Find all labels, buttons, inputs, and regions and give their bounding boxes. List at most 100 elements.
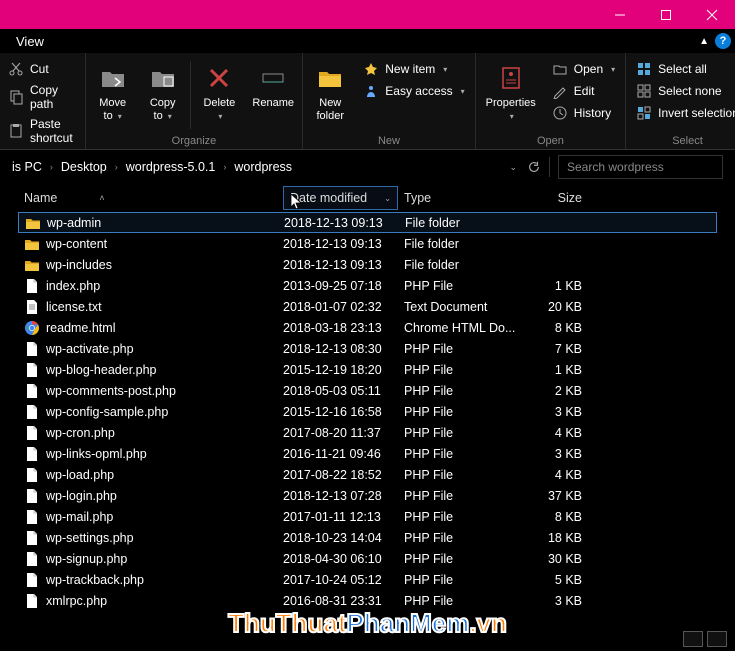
breadcrumb[interactable]: is PC›Desktop›wordpress-5.0.1›wordpress: [12, 160, 505, 174]
column-date-modified[interactable]: Date modified ⌄: [283, 186, 398, 210]
file-row[interactable]: license.txt 2018-01-07 02:32Text Document…: [18, 296, 717, 317]
large-icons-view-icon[interactable]: [707, 631, 727, 647]
column-size[interactable]: Size: [518, 191, 588, 205]
chevron-right-icon: ›: [115, 162, 118, 172]
file-row[interactable]: wp-signup.php2018-04-30 06:10PHP File30 …: [18, 548, 717, 569]
file-icon: [24, 383, 40, 399]
open-label: Open: [574, 62, 603, 76]
file-row[interactable]: wp-content2018-12-13 09:13File folder: [18, 233, 717, 254]
file-size: 2 KB: [518, 384, 588, 398]
file-row[interactable]: readme.html2018-03-18 23:13Chrome HTML D…: [18, 317, 717, 338]
maximize-button[interactable]: [643, 0, 689, 29]
file-type: Text Document: [398, 300, 518, 314]
copy-path-button[interactable]: Copy path: [8, 81, 73, 113]
file-row[interactable]: index.php2013-09-25 07:18PHP File1 KB: [18, 275, 717, 296]
file-row[interactable]: wp-blog-header.php2015-12-19 18:20PHP Fi…: [18, 359, 717, 380]
rename-label: Rename: [252, 97, 294, 110]
cut-button[interactable]: Cut: [8, 59, 73, 79]
select-none-icon: [636, 83, 652, 99]
file-row[interactable]: wp-comments-post.php2018-05-03 05:11PHP …: [18, 380, 717, 401]
file-type: File folder: [399, 216, 519, 230]
file-type: File folder: [398, 237, 518, 251]
file-row[interactable]: wp-config-sample.php2015-12-16 16:58PHP …: [18, 401, 717, 422]
file-name: wp-settings.php: [46, 531, 134, 545]
collapse-ribbon-icon[interactable]: ▲: [699, 36, 709, 47]
breadcrumb-segment[interactable]: Desktop: [61, 160, 107, 174]
file-name: wp-login.php: [46, 489, 117, 503]
file-row[interactable]: wp-mail.php2017-01-11 12:13PHP File8 KB: [18, 506, 717, 527]
file-date: 2018-12-13 08:30: [283, 342, 398, 356]
file-row[interactable]: wp-links-opml.php2016-11-21 09:46PHP Fil…: [18, 443, 717, 464]
rename-icon: [259, 64, 287, 92]
breadcrumb-dropdown-icon[interactable]: ⌄: [509, 162, 517, 173]
easy-access-button[interactable]: Easy access ▾: [363, 81, 464, 101]
file-size: 3 KB: [518, 405, 588, 419]
file-date: 2018-05-03 05:11: [283, 384, 398, 398]
file-row[interactable]: wp-trackback.php2017-10-24 05:12PHP File…: [18, 569, 717, 590]
history-label: History: [574, 106, 611, 120]
file-name: index.php: [46, 279, 100, 293]
column-type[interactable]: Type: [398, 191, 518, 205]
organize-group-label: Organize: [88, 133, 301, 147]
address-controls: ⌄: [509, 160, 541, 174]
file-row[interactable]: wp-load.php2017-08-22 18:52PHP File4 KB: [18, 464, 717, 485]
breadcrumb-segment[interactable]: wordpress: [234, 160, 292, 174]
file-type: PHP File: [398, 426, 518, 440]
invert-selection-button[interactable]: Invert selection: [636, 103, 735, 123]
file-size: 4 KB: [518, 426, 588, 440]
refresh-icon[interactable]: [527, 160, 541, 174]
history-button[interactable]: History: [552, 103, 615, 123]
file-date: 2018-12-13 09:13: [284, 216, 399, 230]
file-row[interactable]: wp-cron.php2017-08-20 11:37PHP File4 KB: [18, 422, 717, 443]
new-folder-button[interactable]: Newfolder: [305, 57, 355, 133]
breadcrumb-segment[interactable]: is PC: [12, 160, 42, 174]
file-name: wp-links-opml.php: [46, 447, 147, 461]
ribbon-tabs: View ▲ ?: [0, 29, 735, 53]
file-date: 2017-08-22 18:52: [283, 468, 398, 482]
move-to-icon: [99, 64, 127, 92]
search-input[interactable]: Search wordpress: [558, 155, 723, 179]
file-date: 2015-12-16 16:58: [283, 405, 398, 419]
file-size: 1 KB: [518, 279, 588, 293]
paste-shortcut-button[interactable]: Paste shortcut: [8, 115, 73, 147]
clipboard-group-label: [2, 149, 83, 151]
file-icon: [24, 572, 40, 588]
file-name: license.txt: [46, 300, 102, 314]
close-button[interactable]: [689, 0, 735, 29]
edit-icon: [552, 83, 568, 99]
new-group-label: New: [305, 133, 472, 147]
move-to-button[interactable]: Moveto ▾: [88, 57, 138, 133]
file-row[interactable]: xmlrpc.php2016-08-31 23:31PHP File3 KB: [18, 590, 717, 611]
file-pane: Name ˄ Date modified ⌄ Type Size wp-admi…: [0, 184, 735, 611]
move-to-label: Moveto ▾: [99, 97, 126, 123]
chevron-down-icon: ⌄: [384, 194, 391, 203]
watermark-part1: ThuThuat: [228, 608, 346, 638]
copy-to-button[interactable]: Copyto ▾: [138, 57, 188, 133]
select-all-button[interactable]: Select all: [636, 59, 735, 79]
file-row[interactable]: wp-activate.php2018-12-13 08:30PHP File7…: [18, 338, 717, 359]
select-none-button[interactable]: Select none: [636, 81, 735, 101]
folder-icon: [24, 257, 40, 273]
file-date: 2015-12-19 18:20: [283, 363, 398, 377]
file-row[interactable]: wp-login.php2018-12-13 07:28PHP File37 K…: [18, 485, 717, 506]
tab-view[interactable]: View: [4, 30, 56, 53]
delete-button[interactable]: Delete ▾: [193, 57, 247, 133]
open-button[interactable]: Open ▾: [552, 59, 615, 79]
column-name[interactable]: Name ˄: [18, 191, 283, 205]
details-view-icon[interactable]: [683, 631, 703, 647]
minimize-button[interactable]: [597, 0, 643, 29]
file-row[interactable]: wp-settings.php2018-10-23 14:04PHP File1…: [18, 527, 717, 548]
file-date: 2018-01-07 02:32: [283, 300, 398, 314]
breadcrumb-segment[interactable]: wordpress-5.0.1: [126, 160, 216, 174]
new-item-button[interactable]: New item ▾: [363, 59, 464, 79]
properties-button[interactable]: Properties ▾: [478, 57, 544, 133]
edit-button[interactable]: Edit: [552, 81, 615, 101]
file-row[interactable]: wp-includes2018-12-13 09:13File folder: [18, 254, 717, 275]
file-row[interactable]: wp-admin2018-12-13 09:13File folder: [18, 212, 717, 233]
copy-path-icon: [8, 89, 24, 105]
help-icon[interactable]: ?: [715, 33, 731, 49]
rename-button[interactable]: Rename: [246, 57, 300, 133]
view-mode-icons[interactable]: [683, 631, 727, 647]
select-group-label: Select: [628, 133, 735, 147]
open-group-label: Open: [478, 133, 624, 147]
